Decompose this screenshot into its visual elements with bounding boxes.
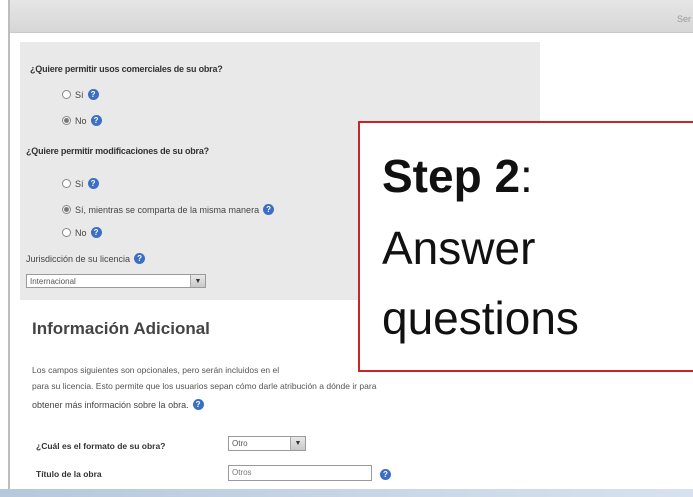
jurisdiction-label-row: Jurisdicción de su licencia ? xyxy=(26,253,146,264)
window-bottom-bar xyxy=(0,489,693,497)
help-icon[interactable]: ? xyxy=(90,227,102,238)
option-commercial-no[interactable]: No ? xyxy=(62,115,102,126)
help-icon[interactable]: ? xyxy=(263,204,275,215)
toolbar-corner-text: Ser xyxy=(676,14,691,24)
format-label: ¿Cuál es el formato de su obra? xyxy=(36,441,166,451)
option-label: No xyxy=(75,227,87,238)
callout-questions: questions xyxy=(382,292,579,344)
radio-commercial-no[interactable] xyxy=(62,116,71,125)
radio-mod-no[interactable] xyxy=(62,228,71,237)
window-left-edge xyxy=(0,0,10,497)
callout-step-line: Step 2: xyxy=(382,149,533,203)
help-icon[interactable]: ? xyxy=(380,469,391,480)
browser-toolbar: Ser xyxy=(0,0,693,33)
radio-mod-yes[interactable] xyxy=(62,179,71,188)
option-commercial-yes[interactable]: Sí ? xyxy=(62,89,99,100)
work-title-input[interactable]: Otros xyxy=(228,465,372,481)
option-label: No xyxy=(75,115,87,126)
work-title-label: Título de la obra xyxy=(36,469,102,479)
radio-commercial-yes[interactable] xyxy=(62,90,71,99)
callout-step: Step 2 xyxy=(382,150,521,202)
jurisdiction-value: Internacional xyxy=(30,276,76,286)
help-icon[interactable]: ? xyxy=(87,178,99,189)
option-mod-no[interactable]: No ? xyxy=(62,227,102,238)
help-icon[interactable]: ? xyxy=(90,115,102,126)
question-modifications: ¿Quiere permitir modificaciones de su ob… xyxy=(26,146,209,156)
option-label: Sí xyxy=(75,178,84,189)
additional-info-text-line2: para su licencia. Esto permite que los u… xyxy=(32,381,377,391)
callout-colon: : xyxy=(520,150,533,202)
help-icon[interactable]: ? xyxy=(192,399,204,410)
additional-info-text-line3-row: obtener más información sobre la obra. ? xyxy=(32,399,204,410)
option-mod-sharealike[interactable]: Sí, mientras se comparta de la misma man… xyxy=(62,204,275,215)
additional-info-heading: Información Adicional xyxy=(32,319,210,338)
step-callout: Step 2: Answer questions xyxy=(358,121,693,372)
option-label: Sí xyxy=(75,89,84,100)
jurisdiction-select[interactable]: Internacional ▼ xyxy=(26,274,206,288)
format-value: Otro xyxy=(232,439,248,448)
help-icon[interactable]: ? xyxy=(87,89,99,100)
radio-mod-sharealike[interactable] xyxy=(62,205,71,214)
chevron-down-icon[interactable]: ▼ xyxy=(290,437,305,450)
format-select[interactable]: Otro ▼ xyxy=(228,436,306,451)
callout-answer: Answer xyxy=(382,222,536,274)
additional-info-text-line3: obtener más información sobre la obra. xyxy=(32,399,189,410)
help-icon[interactable]: ? xyxy=(134,253,146,264)
option-mod-yes[interactable]: Sí ? xyxy=(62,178,99,189)
chevron-down-icon[interactable]: ▼ xyxy=(190,275,205,287)
option-label: Sí, mientras se comparta de la misma man… xyxy=(75,204,260,215)
question-commercial-use: ¿Quiere permitir usos comerciales de su … xyxy=(30,64,223,74)
jurisdiction-label: Jurisdicción de su licencia xyxy=(26,253,131,264)
